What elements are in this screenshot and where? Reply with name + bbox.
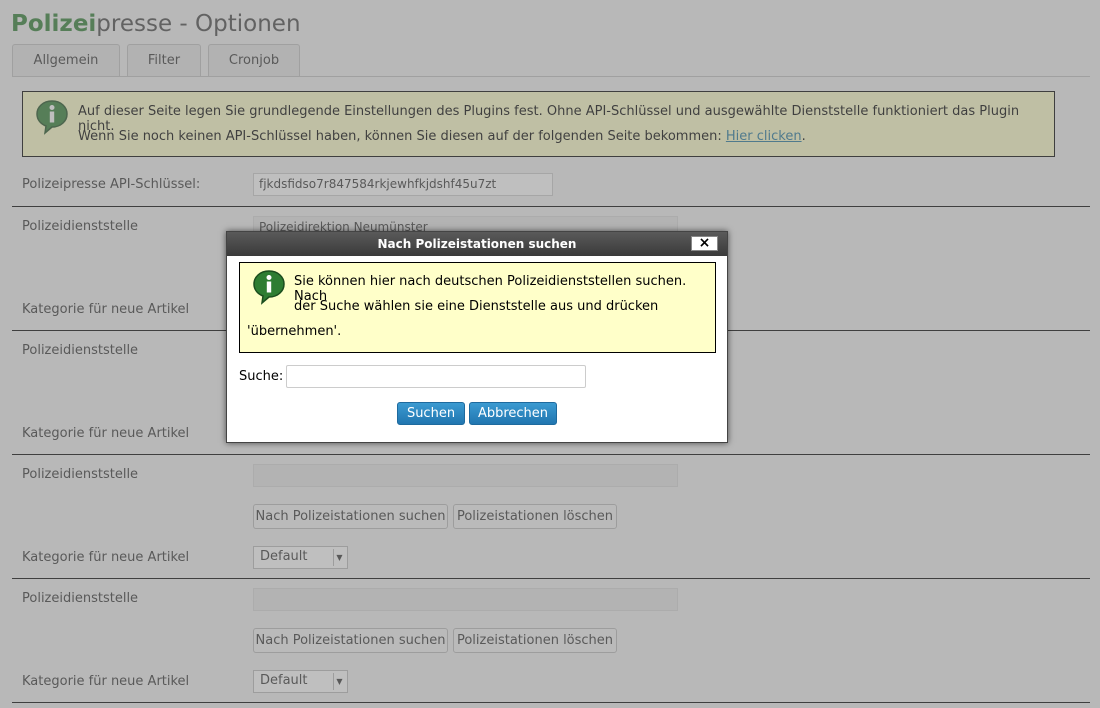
dialog-title: Nach Polizeistationen suchen xyxy=(377,237,577,251)
tab-cronjob[interactable]: Cronjob xyxy=(208,44,300,77)
category-select[interactable]: Default ▼ xyxy=(253,546,348,569)
dialog-info-notice: Sie können hier nach deutschen Polizeidi… xyxy=(239,262,716,353)
category-label: Kategorie für neue Artikel xyxy=(22,302,190,317)
tab-allgemein[interactable]: Allgemein xyxy=(12,44,120,77)
search-button[interactable]: Suchen xyxy=(397,402,465,425)
title-brand: Polizei xyxy=(11,11,97,37)
category-select-value: Default xyxy=(260,549,308,564)
category-label: Kategorie für neue Artikel xyxy=(22,550,190,565)
separator xyxy=(12,454,1090,455)
search-label: Suche: xyxy=(239,369,284,384)
separator xyxy=(12,702,1090,703)
page-title: Polizeipresse - Optionen xyxy=(11,8,301,40)
title-rest: presse - Optionen xyxy=(96,11,301,37)
search-stations-dialog: Nach Polizeistationen suchen × Sie könne… xyxy=(226,231,728,443)
api-key-input[interactable]: fjkdsfidso7r847584rkjewhfkjdshf45u7zt xyxy=(253,173,553,196)
tabs-divider xyxy=(12,76,1090,77)
category-label: Kategorie für neue Artikel xyxy=(22,674,190,689)
info-icon xyxy=(252,269,286,305)
office-field xyxy=(253,464,678,487)
cancel-button[interactable]: Abbrechen xyxy=(469,402,557,425)
office-label: Polizeidienststelle xyxy=(22,467,139,482)
notice-line-2-text: Wenn Sie noch keinen API-Schlüssel haben… xyxy=(78,129,726,144)
category-select-value: Default xyxy=(260,673,308,688)
category-select[interactable]: Default ▼ xyxy=(253,670,348,693)
dialog-info-line-2: der Suche wählen sie eine Dienststelle a… xyxy=(294,299,659,314)
separator xyxy=(12,206,1090,207)
notice-line-2: Wenn Sie noch keinen API-Schlüssel haben… xyxy=(78,129,806,144)
category-label: Kategorie für neue Artikel xyxy=(22,426,190,441)
search-stations-button[interactable]: Nach Polizeistationen suchen xyxy=(253,628,448,653)
get-api-key-link[interactable]: Hier clicken xyxy=(726,129,802,144)
tab-filter[interactable]: Filter xyxy=(127,44,201,77)
dialog-info-line-3: 'übernehmen'. xyxy=(247,324,342,339)
delete-stations-button[interactable]: Polizeistationen löschen xyxy=(453,628,617,653)
notice-line-2-suffix: . xyxy=(801,129,806,144)
search-input[interactable] xyxy=(286,365,586,388)
office-field xyxy=(253,588,678,611)
dropdown-arrow-icon: ▼ xyxy=(333,673,345,690)
separator xyxy=(12,578,1090,579)
office-label: Polizeidienststelle xyxy=(22,343,139,358)
dialog-title-bar: Nach Polizeistationen suchen xyxy=(227,232,727,256)
api-key-label: Polizeipresse API-Schlüssel: xyxy=(22,177,201,192)
info-icon xyxy=(35,99,69,135)
search-stations-button[interactable]: Nach Polizeistationen suchen xyxy=(253,504,448,529)
close-icon[interactable]: × xyxy=(691,236,718,251)
office-label: Polizeidienststelle xyxy=(22,219,139,234)
dropdown-arrow-icon: ▼ xyxy=(333,549,345,566)
info-notice: Auf dieser Seite legen Sie grundlegende … xyxy=(22,91,1055,157)
delete-stations-button[interactable]: Polizeistationen löschen xyxy=(453,504,617,529)
office-label: Polizeidienststelle xyxy=(22,591,139,606)
